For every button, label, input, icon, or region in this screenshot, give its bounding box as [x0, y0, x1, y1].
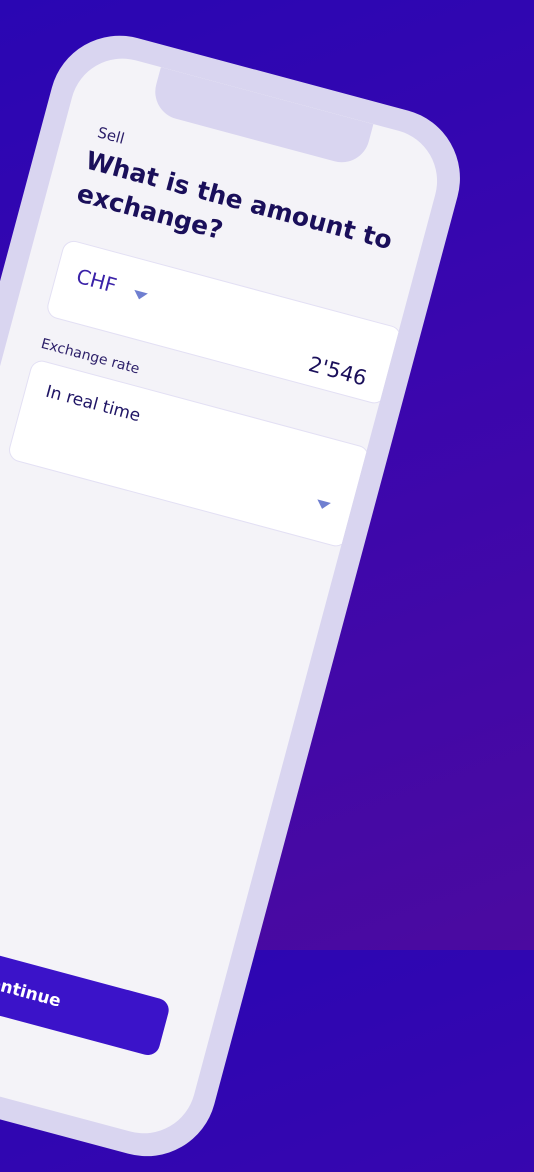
currency-select[interactable]: CHF [74, 264, 150, 306]
currency-label: CHF [73, 263, 120, 298]
phone-screen: Sell What is the amount to exchange? CHF… [0, 46, 449, 1145]
amount-input[interactable] [225, 329, 372, 392]
continue-button[interactable]: Continue [0, 924, 172, 1058]
phone-mockup: Sell What is the amount to exchange? CHF… [0, 20, 476, 1172]
exchange-form: Sell What is the amount to exchange? CHF… [6, 122, 404, 550]
chevron-down-icon [131, 289, 148, 302]
chevron-down-icon [315, 499, 331, 511]
exchange-rate-value: In real time [43, 381, 143, 427]
